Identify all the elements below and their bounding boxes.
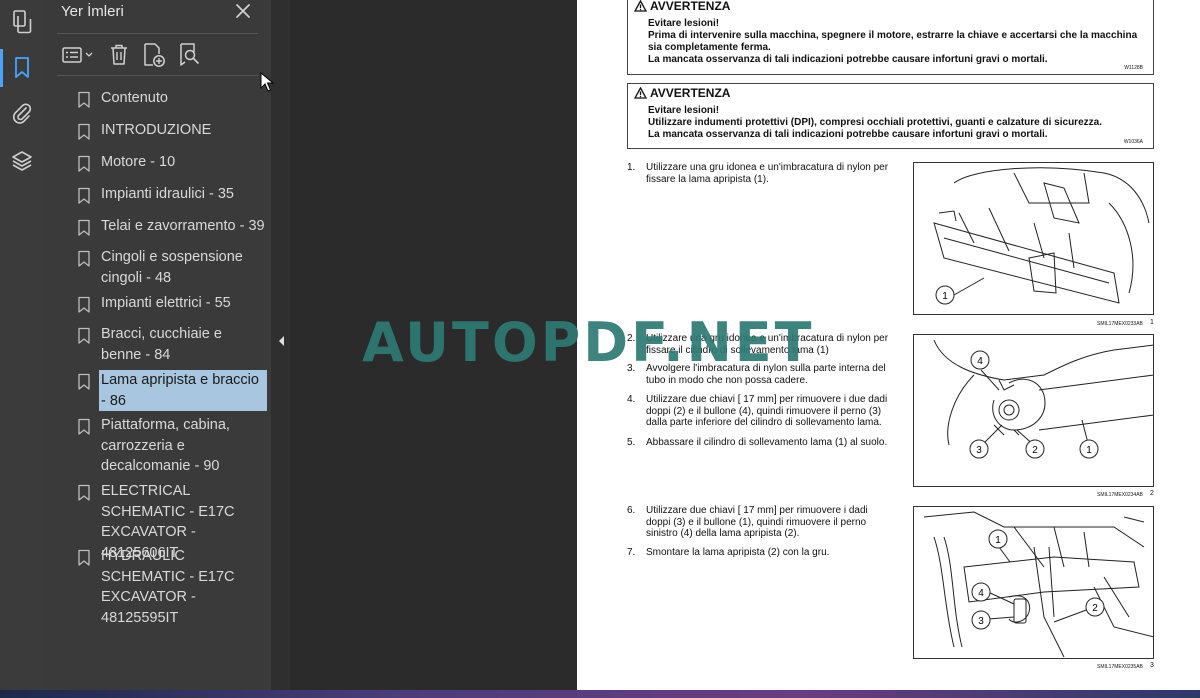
bookmark-ribbon-icon <box>77 123 91 141</box>
attachment-icon[interactable] <box>9 100 35 126</box>
add-bookmark-icon[interactable] <box>141 42 167 68</box>
step-number: 4. <box>627 394 636 405</box>
bookmark-label: Cingoli e sospensione cingoli - 48 <box>101 249 243 286</box>
warning-heading: AVVERTENZA <box>634 86 730 100</box>
figure-blade-pin: 1 4 3 2 <box>913 506 1154 659</box>
bookmark-ribbon-icon <box>77 155 91 173</box>
step-number: 7. <box>627 547 636 558</box>
options-menu-icon[interactable] <box>61 42 97 68</box>
figure-number: 2 <box>1150 490 1154 497</box>
mouse-cursor-icon <box>260 71 275 92</box>
bookmark-icon[interactable] <box>0 49 35 87</box>
bookmark-label: INTRODUZIONE <box>101 122 212 138</box>
warning-code: W1128B <box>1124 65 1143 71</box>
warning-line: Utilizzare indumenti protettivi (DPI), c… <box>648 117 1102 128</box>
warning-line: La mancata osservanza di tali indicazion… <box>648 54 1048 65</box>
bookmark-label: Piattaforma, cabina, carrozzeria e decal… <box>101 417 230 474</box>
callout-label: 1 <box>1086 445 1092 456</box>
pages-icon[interactable] <box>9 9 35 35</box>
pdf-viewer: Yer İmleri Contenuto INTRODUZIONE Motore -… <box>0 0 1200 698</box>
bookmark-label: HYDRAULIC SCHEMATIC - E17C EXCAVATOR - 4… <box>101 548 235 626</box>
left-tool-rail <box>0 0 45 698</box>
callout-label: 3 <box>976 445 982 456</box>
bookmark-label: Contenuto <box>101 90 168 106</box>
delete-bookmark-icon[interactable] <box>107 42 131 68</box>
bookmark-ribbon-icon <box>77 219 91 237</box>
step-number: 1. <box>627 162 636 173</box>
warning-triangle-icon <box>634 87 647 99</box>
collapse-panel-icon[interactable] <box>276 333 286 349</box>
find-bookmark-icon[interactable] <box>177 42 203 68</box>
bookmark-ribbon-icon <box>77 418 91 436</box>
close-icon[interactable] <box>234 2 252 20</box>
bookmark-label: Lama apripista e braccio - 86 <box>99 370 267 411</box>
figure-caption: SMIL17MEX0233AB <box>1097 321 1143 327</box>
bookmark-ribbon-icon <box>77 484 91 502</box>
figure-drawing: 1 <box>933 167 1150 305</box>
bookmark-label: Impianti idraulici - 35 <box>101 186 234 202</box>
taskbar-strip <box>0 690 1200 698</box>
warning-box: AVVERTENZA Evitare lesioni! Prima di int… <box>627 0 1154 75</box>
bookmark-ribbon-icon <box>77 187 91 205</box>
warning-line: La mancata osservanza di tali indicazion… <box>648 129 1048 140</box>
warning-line: Evitare lesioni! <box>648 18 720 29</box>
warning-line: Evitare lesioni! <box>648 105 720 116</box>
watermark: AUTOPDF.NET <box>362 311 815 374</box>
bookmark-label: Telai e zavorramento - 39 <box>101 218 265 234</box>
step-text: Utilizzare una gru idonea e un'imbracatu… <box>646 162 889 185</box>
callout-label: 2 <box>1092 603 1098 614</box>
panel-title: Yer İmleri <box>61 3 124 20</box>
bookmark-label: Motore - 10 <box>101 154 176 170</box>
step-number: 5. <box>627 437 636 448</box>
figure-drawing: 4 3 2 1 <box>933 339 1153 459</box>
callout-label: 4 <box>978 588 984 599</box>
figure-lift-cylinder: 4 3 2 1 <box>913 334 1154 487</box>
warning-title: AVVERTENZA <box>650 0 731 13</box>
callout-label: 2 <box>1032 445 1038 456</box>
callout-label: 1 <box>942 291 948 302</box>
bookmark-ribbon-icon <box>77 296 91 314</box>
bookmark-ribbon-icon <box>77 549 91 567</box>
callout-label: 1 <box>995 535 1001 546</box>
bookmark-label: Impianti elettrici - 55 <box>101 295 231 311</box>
bookmark-label: Bracci, cucchiaie e benne - 84 <box>101 326 222 363</box>
warning-triangle-icon <box>634 0 647 12</box>
step-text: Utilizzare due chiavi [ 17 mm] per rimuo… <box>646 394 888 428</box>
figure-number: 1 <box>1150 319 1154 326</box>
warning-heading: AVVERTENZA <box>634 0 730 13</box>
step-text: Utilizzare due chiavi [ 17 mm] per rimuo… <box>646 505 868 539</box>
bookmark-ribbon-icon <box>77 327 91 345</box>
warning-text: Evitare lesioni! Prima di intervenire su… <box>648 18 1148 66</box>
step-number: 6. <box>627 505 636 516</box>
step-text: Abbassare il cilindro di sollevamento la… <box>646 437 888 448</box>
warning-text: Evitare lesioni! Utilizzare indumenti pr… <box>648 105 1148 141</box>
warning-line: Prima di intervenire sulla macchina, spe… <box>648 30 1138 53</box>
callout-label: 3 <box>978 616 984 627</box>
figure-caption: SMIL17MEX0234AB <box>1097 492 1143 498</box>
figure-blade-lift: 1 <box>913 162 1154 315</box>
warning-code: W1036A <box>1123 139 1143 145</box>
bookmark-ribbon-icon <box>77 373 91 391</box>
bookmarks-toolbar <box>57 33 258 76</box>
figure-number: 3 <box>1150 662 1154 669</box>
warning-title: AVVERTENZA <box>650 86 731 100</box>
bookmark-ribbon-icon <box>77 91 91 109</box>
warning-box: AVVERTENZA Evitare lesioni! Utilizzare i… <box>627 83 1154 149</box>
figure-caption: SMIL17MEX0235AB <box>1097 664 1143 670</box>
figure-drawing: 1 4 3 2 <box>923 511 1153 658</box>
bookmark-ribbon-icon <box>77 250 91 268</box>
step-text: Smontare la lama apripista (2) con la gr… <box>646 547 830 558</box>
bookmarks-panel: Yer İmleri Contenuto INTRODUZIONE Motore -… <box>45 0 271 698</box>
layers-icon[interactable] <box>9 148 35 174</box>
callout-label: 4 <box>977 356 983 367</box>
